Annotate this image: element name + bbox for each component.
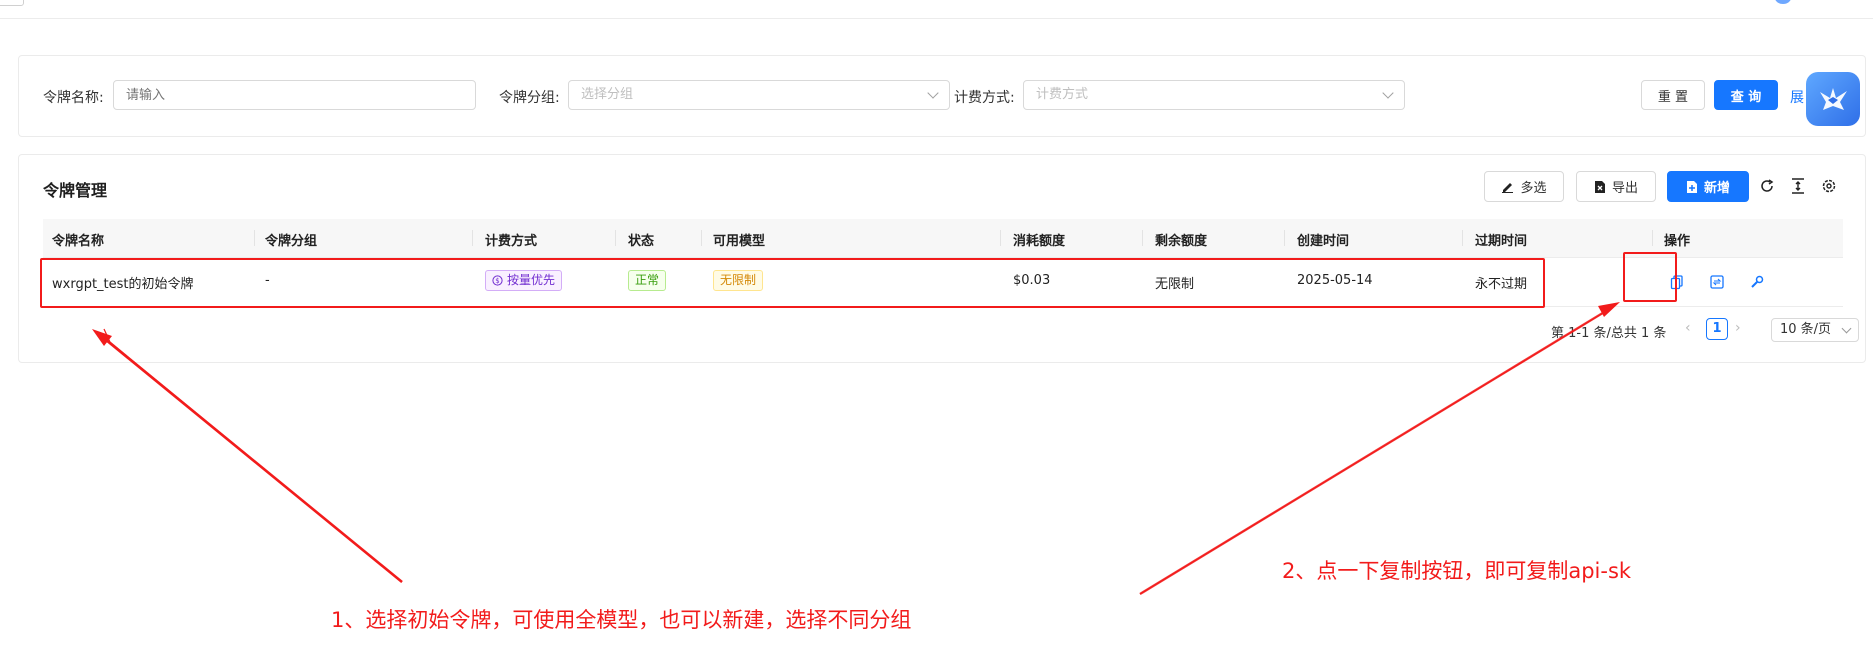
column-header: 状态 bbox=[628, 234, 655, 249]
column-header: 过期时间 bbox=[1475, 234, 1528, 249]
edit-tool-icon[interactable] bbox=[1748, 273, 1766, 291]
file-add-icon bbox=[1686, 180, 1697, 193]
column-divider bbox=[254, 230, 255, 246]
column-header: 创建时间 bbox=[1297, 234, 1350, 249]
bird-logo-icon[interactable] bbox=[1806, 72, 1860, 126]
column-divider bbox=[1000, 230, 1001, 246]
reset-button[interactable]: 重 置 bbox=[1641, 80, 1705, 110]
copy-highlight-box bbox=[1623, 252, 1677, 302]
page-size-select[interactable]: 10 条/页 bbox=[1771, 318, 1859, 342]
multiselect-button[interactable]: 多选 bbox=[1484, 171, 1564, 202]
column-header: 令牌分组 bbox=[265, 234, 318, 249]
column-divider bbox=[472, 230, 473, 246]
token-group-select[interactable]: 选择分组 bbox=[568, 80, 950, 110]
card-title: 令牌管理 bbox=[43, 181, 108, 200]
page-size-label: 10 条/页 bbox=[1780, 322, 1832, 337]
top-navbar bbox=[0, 0, 1873, 19]
arrow-line-left-wide bbox=[99, 333, 403, 584]
arrow-line-left bbox=[103, 328, 403, 583]
token-group-label: 令牌分组: bbox=[499, 90, 560, 106]
add-label: 新增 bbox=[1703, 181, 1730, 196]
annotation-note-1: 1、选择初始令牌，可使用全模型，也可以新建，选择不同分组 bbox=[331, 608, 912, 632]
file-export-icon bbox=[1594, 180, 1605, 193]
token-group-placeholder: 选择分组 bbox=[581, 87, 634, 102]
table-header: 令牌名称 令牌分组 计费方式 状态 可用模型 消耗额度 剩余额度 创建时间 过期… bbox=[43, 219, 1843, 258]
chevron-down-icon bbox=[1841, 323, 1852, 334]
column-divider bbox=[1284, 230, 1285, 246]
query-button[interactable]: 查 询 bbox=[1714, 80, 1778, 110]
column-divider bbox=[1652, 230, 1653, 246]
pagination-summary: 第 1-1 条/总共 1 条 bbox=[1551, 326, 1667, 341]
column-header: 计费方式 bbox=[485, 234, 538, 249]
globe-icon[interactable] bbox=[1775, 0, 1791, 4]
billing-method-select[interactable]: 计费方式 bbox=[1023, 80, 1405, 110]
search-form: 令牌名称: 令牌分组: 选择分组 计费方式: 计费方式 重 置 查 询 展 bbox=[18, 55, 1866, 137]
column-divider bbox=[701, 230, 702, 246]
column-height-icon[interactable] bbox=[1789, 177, 1807, 195]
column-divider bbox=[615, 230, 616, 246]
row-highlight-box bbox=[40, 258, 1545, 308]
chevron-left-icon[interactable]: ‹ bbox=[1685, 320, 1691, 336]
chevron-down-icon bbox=[927, 87, 939, 99]
switch-icon[interactable] bbox=[1708, 273, 1726, 291]
chevron-down-icon bbox=[1382, 87, 1394, 99]
pen-icon bbox=[1502, 183, 1514, 193]
multiselect-label: 多选 bbox=[1520, 181, 1547, 196]
column-divider bbox=[1462, 230, 1463, 246]
column-header: 消耗额度 bbox=[1013, 234, 1066, 249]
column-divider bbox=[1142, 230, 1143, 246]
chevron-right-icon[interactable]: › bbox=[1735, 320, 1741, 336]
export-button[interactable]: 导出 bbox=[1576, 171, 1656, 202]
column-header: 可用模型 bbox=[713, 234, 766, 249]
settings-icon[interactable] bbox=[1820, 177, 1838, 195]
annotation-note-2: 2、点一下复制按钮，即可复制api-sk bbox=[1282, 559, 1632, 583]
add-button[interactable]: 新增 bbox=[1667, 171, 1749, 202]
page-number[interactable]: 1 bbox=[1706, 318, 1728, 340]
tab-fragment[interactable] bbox=[0, 0, 24, 6]
billing-method-placeholder: 计费方式 bbox=[1036, 87, 1089, 102]
token-name-label: 令牌名称: bbox=[43, 90, 104, 106]
column-header: 令牌名称 bbox=[52, 234, 105, 249]
token-name-input[interactable] bbox=[113, 80, 476, 110]
billing-method-label: 计费方式: bbox=[954, 90, 1015, 106]
expand-link[interactable]: 展 bbox=[1790, 87, 1804, 107]
refresh-icon[interactable] bbox=[1758, 177, 1776, 195]
column-header: 操作 bbox=[1664, 234, 1691, 249]
export-label: 导出 bbox=[1611, 181, 1638, 196]
column-header: 剩余额度 bbox=[1155, 234, 1208, 249]
